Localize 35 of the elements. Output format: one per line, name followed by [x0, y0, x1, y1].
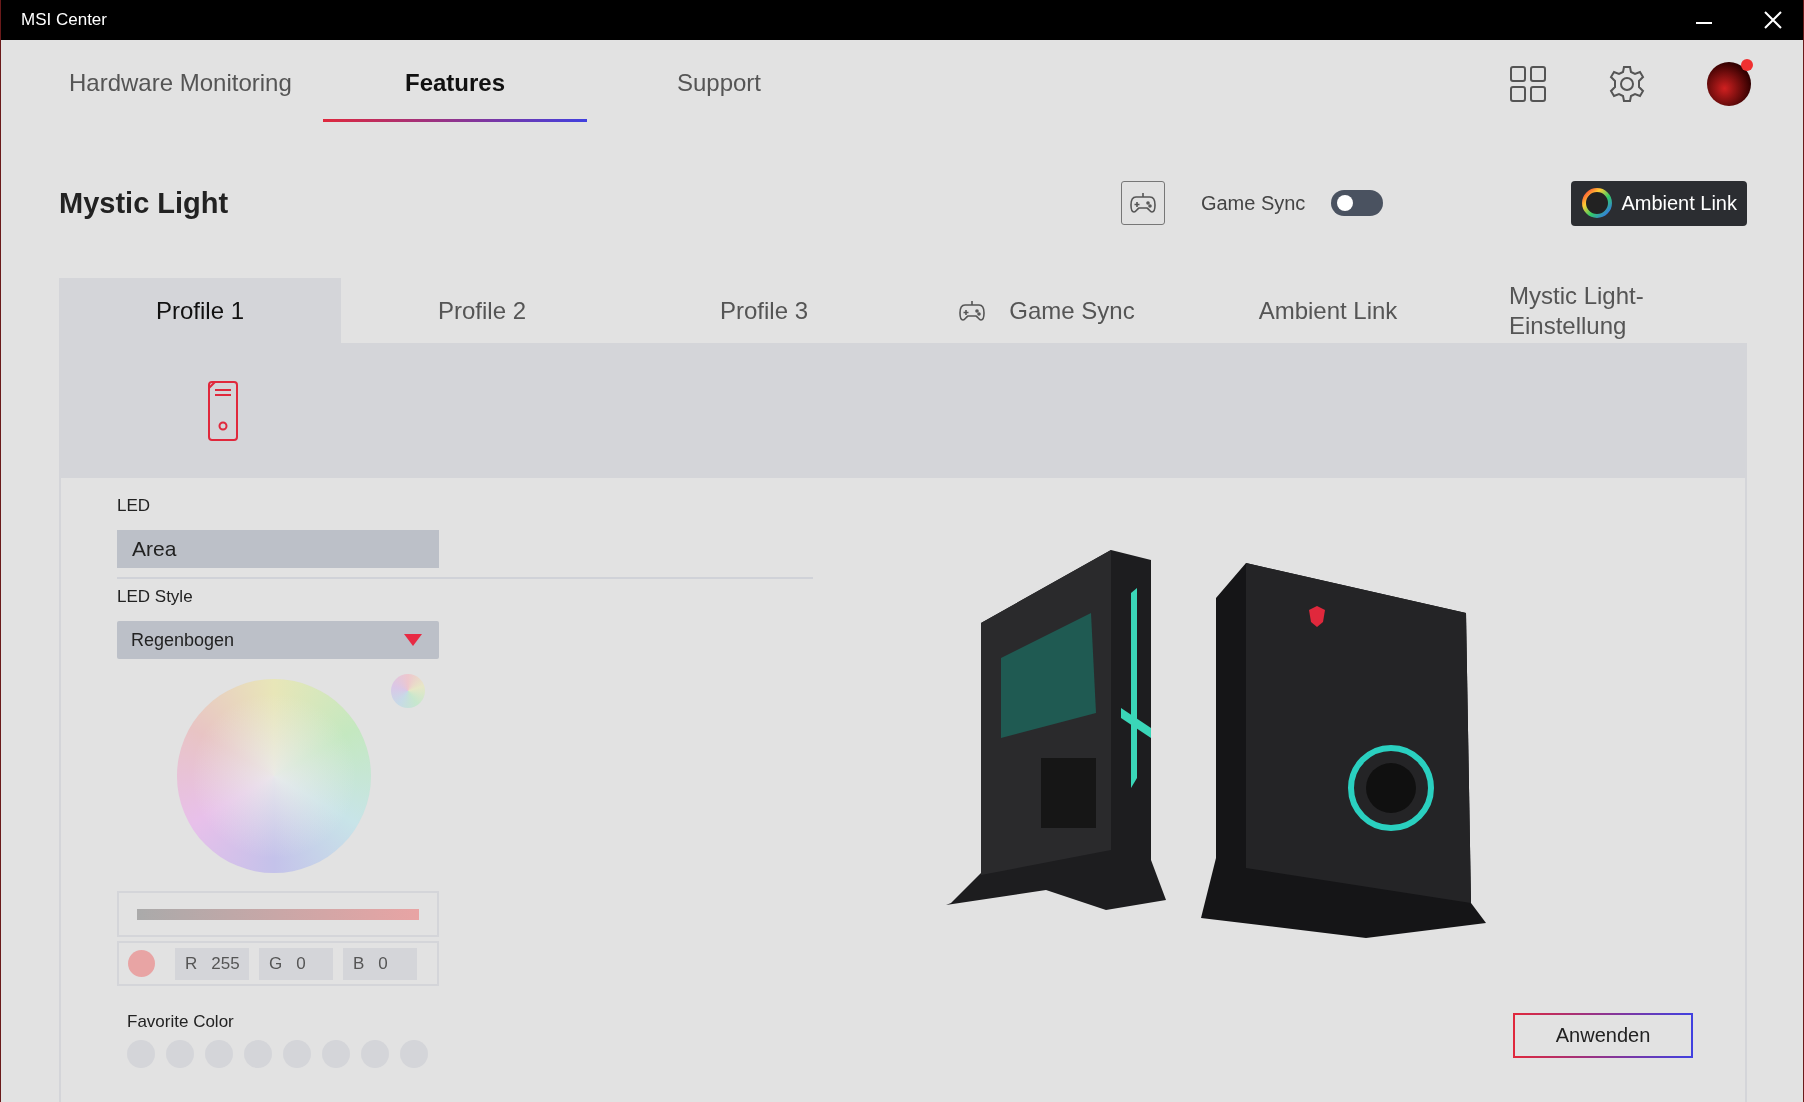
- led-style-label: LED Style: [117, 587, 194, 607]
- window-title: MSI Center: [21, 10, 107, 30]
- rgb-value-field[interactable]: R 255: [175, 947, 249, 980]
- gamepad-icon: [957, 298, 988, 323]
- close-icon[interactable]: [1763, 10, 1783, 30]
- favorite-color-label: Favorite Color: [127, 1012, 235, 1032]
- avatar[interactable]: [1707, 62, 1751, 106]
- profile-tab[interactable]: Profile 2: [341, 278, 623, 343]
- ambient-link-button[interactable]: Ambient Link: [1571, 180, 1747, 226]
- nav-tab[interactable]: Features: [323, 46, 587, 122]
- rgb-value-field[interactable]: G 0: [259, 947, 333, 980]
- profile-tab[interactable]: Profile 1: [59, 278, 341, 343]
- ring-icon: [1581, 187, 1614, 219]
- apply-button[interactable]: Anwenden: [1513, 1013, 1693, 1058]
- led-area-field[interactable]: Area: [117, 530, 439, 568]
- settings-icon[interactable]: [1607, 64, 1647, 104]
- rgb-value-field[interactable]: B 0: [343, 947, 417, 980]
- nav-tab[interactable]: Support: [587, 46, 851, 122]
- game-sync-toggle[interactable]: [1331, 190, 1384, 216]
- game-sync-label: Game Sync: [1200, 191, 1306, 215]
- led-style-dropdown[interactable]: Regenbogen: [117, 621, 439, 659]
- pc-tower-icon[interactable]: [207, 379, 239, 442]
- gamepad-icon[interactable]: [1120, 181, 1165, 225]
- profile-tab[interactable]: Profile 3: [623, 278, 905, 343]
- page-title: Mystic Light: [59, 186, 229, 220]
- profile-tab[interactable]: Mystic Light-Einstellung: [1469, 278, 1719, 343]
- grid-icon[interactable]: [1509, 65, 1547, 103]
- rainbow-swatch[interactable]: [391, 674, 425, 708]
- caret-icon: [404, 634, 422, 646]
- led-label: LED: [117, 496, 152, 516]
- color-preview-swatch: [128, 950, 155, 977]
- profile-tab[interactable]: Game Sync: [905, 278, 1187, 343]
- nav-tab[interactable]: Hardware Monitoring: [59, 46, 323, 122]
- profile-tab[interactable]: Ambient Link: [1187, 278, 1469, 343]
- brightness-slider[interactable]: [137, 908, 419, 920]
